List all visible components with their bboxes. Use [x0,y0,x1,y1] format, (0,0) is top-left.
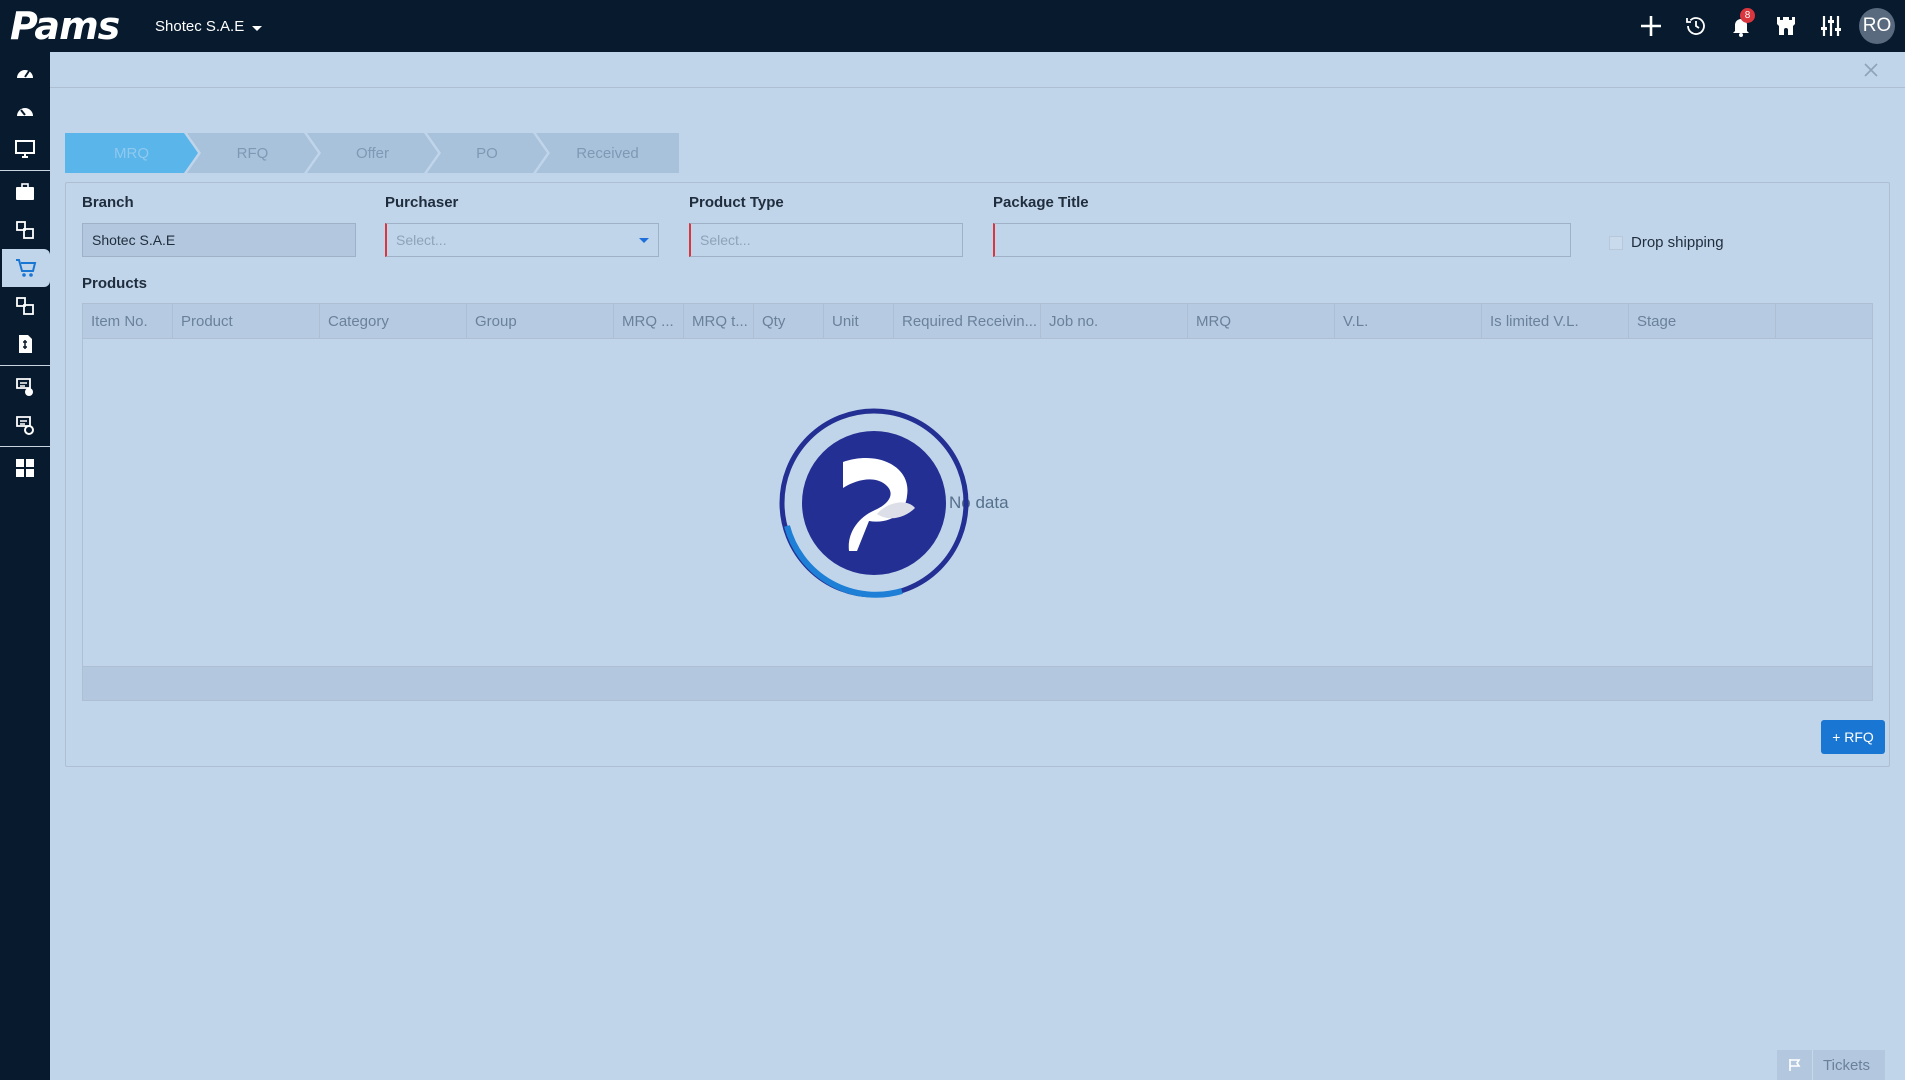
package-title-label: Package Title [993,194,1089,211]
sidebar-divider [0,170,50,171]
top-actions: 8 RO [1628,0,1905,52]
avatar[interactable]: RO [1859,8,1895,44]
chevron-down-icon [639,238,649,243]
sidebar-item-reports[interactable] [0,449,50,487]
sidebar-divider [0,365,50,366]
document-check-icon [16,378,33,396]
tickets-widget[interactable]: Tickets [1777,1050,1885,1080]
sidebar-item-projects[interactable] [0,173,50,211]
sidebar-item-purchasing[interactable] [2,249,50,287]
sidebar-item-invoices[interactable] [0,325,50,363]
purchaser-select[interactable]: Select... [385,223,659,257]
column-header-mrq-type[interactable]: MRQ t... [684,304,754,339]
tickets-label: Tickets [1823,1056,1870,1074]
products-label: Products [82,275,148,292]
cart-icon [16,259,37,277]
step-label: RFQ [236,144,269,162]
step-offer[interactable]: Offer [307,133,438,173]
purchaser-placeholder: Select... [396,232,447,248]
grid-icon [16,459,34,477]
branch-field: Shotec S.A.E [82,223,356,257]
invoice-icon [19,335,32,353]
monitor-icon [15,140,35,158]
column-header-required-receiving[interactable]: Required Receivin... [894,304,1041,339]
plus-icon [1640,16,1661,36]
step-rfq[interactable]: RFQ [187,133,318,173]
column-header-actions [1776,304,1852,339]
package-title-input[interactable] [993,223,1571,257]
column-header-vl[interactable]: V.L. [1335,304,1482,339]
step-mrq[interactable]: MRQ [65,133,198,173]
table-header: Item No. Product Category Group MRQ ... … [83,304,1872,339]
sliders-icon [1820,16,1841,36]
rfq-form-panel: Branch Shotec S.A.E Purchaser Select... … [65,182,1890,767]
dashboard-alt-icon [17,108,33,116]
rfq-modal: MRQ RFQ Offer PO Received Branch Shotec … [50,52,1905,1080]
step-label: PO [476,144,498,162]
app-logo-text: Pams [10,4,120,48]
product-type-label: Product Type [689,194,784,211]
dashboard-icon [17,70,33,78]
sidebar [0,52,50,1080]
sidebar-item-modules[interactable] [0,211,50,249]
history-icon [1685,17,1705,35]
loading-spinner-icon [779,408,969,598]
column-header-mrq[interactable]: MRQ [1188,304,1335,339]
close-icon[interactable] [1861,60,1881,80]
add-button[interactable] [1628,0,1673,52]
sidebar-item-modules-alt[interactable] [0,287,50,325]
sidebar-item-document-settings[interactable] [0,406,50,444]
drop-shipping-checkbox[interactable] [1609,236,1623,250]
warehouse-button[interactable] [1763,0,1808,52]
modules-icon [16,221,34,239]
column-header-is-limited-vl[interactable]: Is limited V.L. [1482,304,1629,339]
column-header-stage[interactable]: Stage [1629,304,1776,339]
step-label: Received [576,144,639,162]
sidebar-item-approvals[interactable] [0,368,50,406]
table-footer [83,666,1872,700]
app-logo[interactable]: Pams [0,0,140,52]
step-label: MRQ [114,144,149,162]
column-header-job-no[interactable]: Job no. [1041,304,1188,339]
step-label: Offer [355,144,390,162]
column-header-mrq-date[interactable]: MRQ ... [614,304,684,339]
company-selector[interactable]: Shotec S.A.E [155,17,263,35]
product-type-placeholder: Select... [700,232,751,248]
step-received[interactable]: Received [536,133,679,173]
branch-value: Shotec S.A.E [92,232,176,248]
column-header-unit[interactable]: Unit [824,304,894,339]
step-po[interactable]: PO [427,133,547,173]
sidebar-item-monitor[interactable] [0,130,50,168]
workflow-steps: MRQ RFQ Offer PO Received [65,133,679,173]
branch-label: Branch [82,194,134,211]
column-header-product[interactable]: Product [173,304,320,339]
column-header-group[interactable]: Group [467,304,614,339]
add-rfq-button[interactable]: + RFQ [1821,720,1885,754]
sidebar-item-dashboard[interactable] [0,54,50,92]
drop-shipping-label: Drop shipping [1631,234,1724,251]
products-table: Item No. Product Category Group MRQ ... … [82,303,1873,701]
top-bar: Pams Shotec S.A.E 8 RO [0,0,1905,52]
briefcase-icon [16,183,34,200]
column-header-qty[interactable]: Qty [754,304,824,339]
chevron-down-icon [252,25,263,31]
modules-alt-icon [16,297,34,315]
sidebar-item-dashboard-alt[interactable] [0,92,50,130]
product-type-select[interactable]: Select... [689,223,963,257]
flag-icon [1777,1050,1813,1080]
modal-header [50,52,1905,88]
column-header-item-no[interactable]: Item No. [83,304,173,339]
document-gear-icon [16,416,34,435]
notification-badge: 8 [1740,8,1755,23]
sidebar-divider [0,446,50,447]
notifications-button[interactable]: 8 [1718,0,1763,52]
history-button[interactable] [1673,0,1718,52]
settings-button[interactable] [1808,0,1853,52]
castle-icon [1776,17,1795,35]
purchaser-label: Purchaser [385,194,459,211]
company-name: Shotec S.A.E [155,17,245,35]
column-header-category[interactable]: Category [320,304,467,339]
